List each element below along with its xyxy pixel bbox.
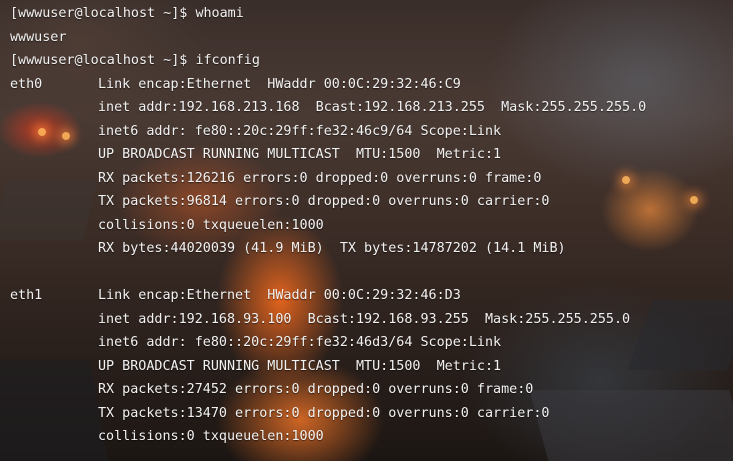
shell-prompt: [wwwuser@localhost ~]$	[10, 6, 196, 21]
interface-detail: TX packets:13470 errors:0 dropped:0 over…	[98, 405, 550, 421]
command-text: whoami	[195, 6, 244, 21]
command-output: wwwuser	[10, 29, 67, 45]
interface-detail: inet addr:192.168.93.100 Bcast:192.168.9…	[98, 311, 631, 327]
interface-name: eth0	[10, 76, 43, 92]
terminal-window[interactable]: [wwwuser@localhost ~]$ whoami wwwuser [w…	[0, 0, 733, 461]
command-line: [wwwuser@localhost ~]$ ifconfig	[10, 49, 733, 73]
interface-detail: UP BROADCAST RUNNING MULTICAST MTU:1500 …	[98, 147, 502, 162]
shell-prompt: [wwwuser@localhost ~]$	[10, 53, 196, 68]
interface-detail: UP BROADCAST RUNNING MULTICAST MTU:1500 …	[98, 358, 502, 374]
interface-detail: RX bytes:44020039 (41.9 MiB) TX bytes:14…	[98, 241, 566, 256]
interface-detail: collisions:0 txqueuelen:1000	[98, 217, 324, 233]
command-text: ifconfig	[195, 53, 260, 68]
interface-name: eth1	[10, 288, 43, 303]
interface-detail: RX packets:126216 errors:0 dropped:0 ove…	[98, 170, 542, 186]
interface-detail: RX packets:27452 errors:0 dropped:0 over…	[98, 382, 534, 397]
interface-detail: inet6 addr: fe80::20c:29ff:fe32:46d3/64 …	[98, 335, 502, 350]
interface-eth1-header: eth1 Link encap:Ethernet HWaddr 00:0C:29…	[10, 284, 733, 308]
interface-detail: Link encap:Ethernet HWaddr 00:0C:29:32:4…	[98, 288, 461, 303]
interface-detail: inet6 addr: fe80::20c:29ff:fe32:46c9/64 …	[98, 123, 502, 139]
interface-eth0-header: eth0 Link encap:Ethernet HWaddr 00:0C:29…	[10, 73, 733, 97]
interface-detail: inet addr:192.168.213.168 Bcast:192.168.…	[98, 100, 647, 115]
interface-detail: TX packets:96814 errors:0 dropped:0 over…	[98, 194, 550, 209]
interface-detail: collisions:0 txqueuelen:1000	[98, 429, 324, 444]
command-line: [wwwuser@localhost ~]$ whoami	[10, 2, 733, 26]
interface-detail: Link encap:Ethernet HWaddr 00:0C:29:32:4…	[98, 76, 461, 92]
